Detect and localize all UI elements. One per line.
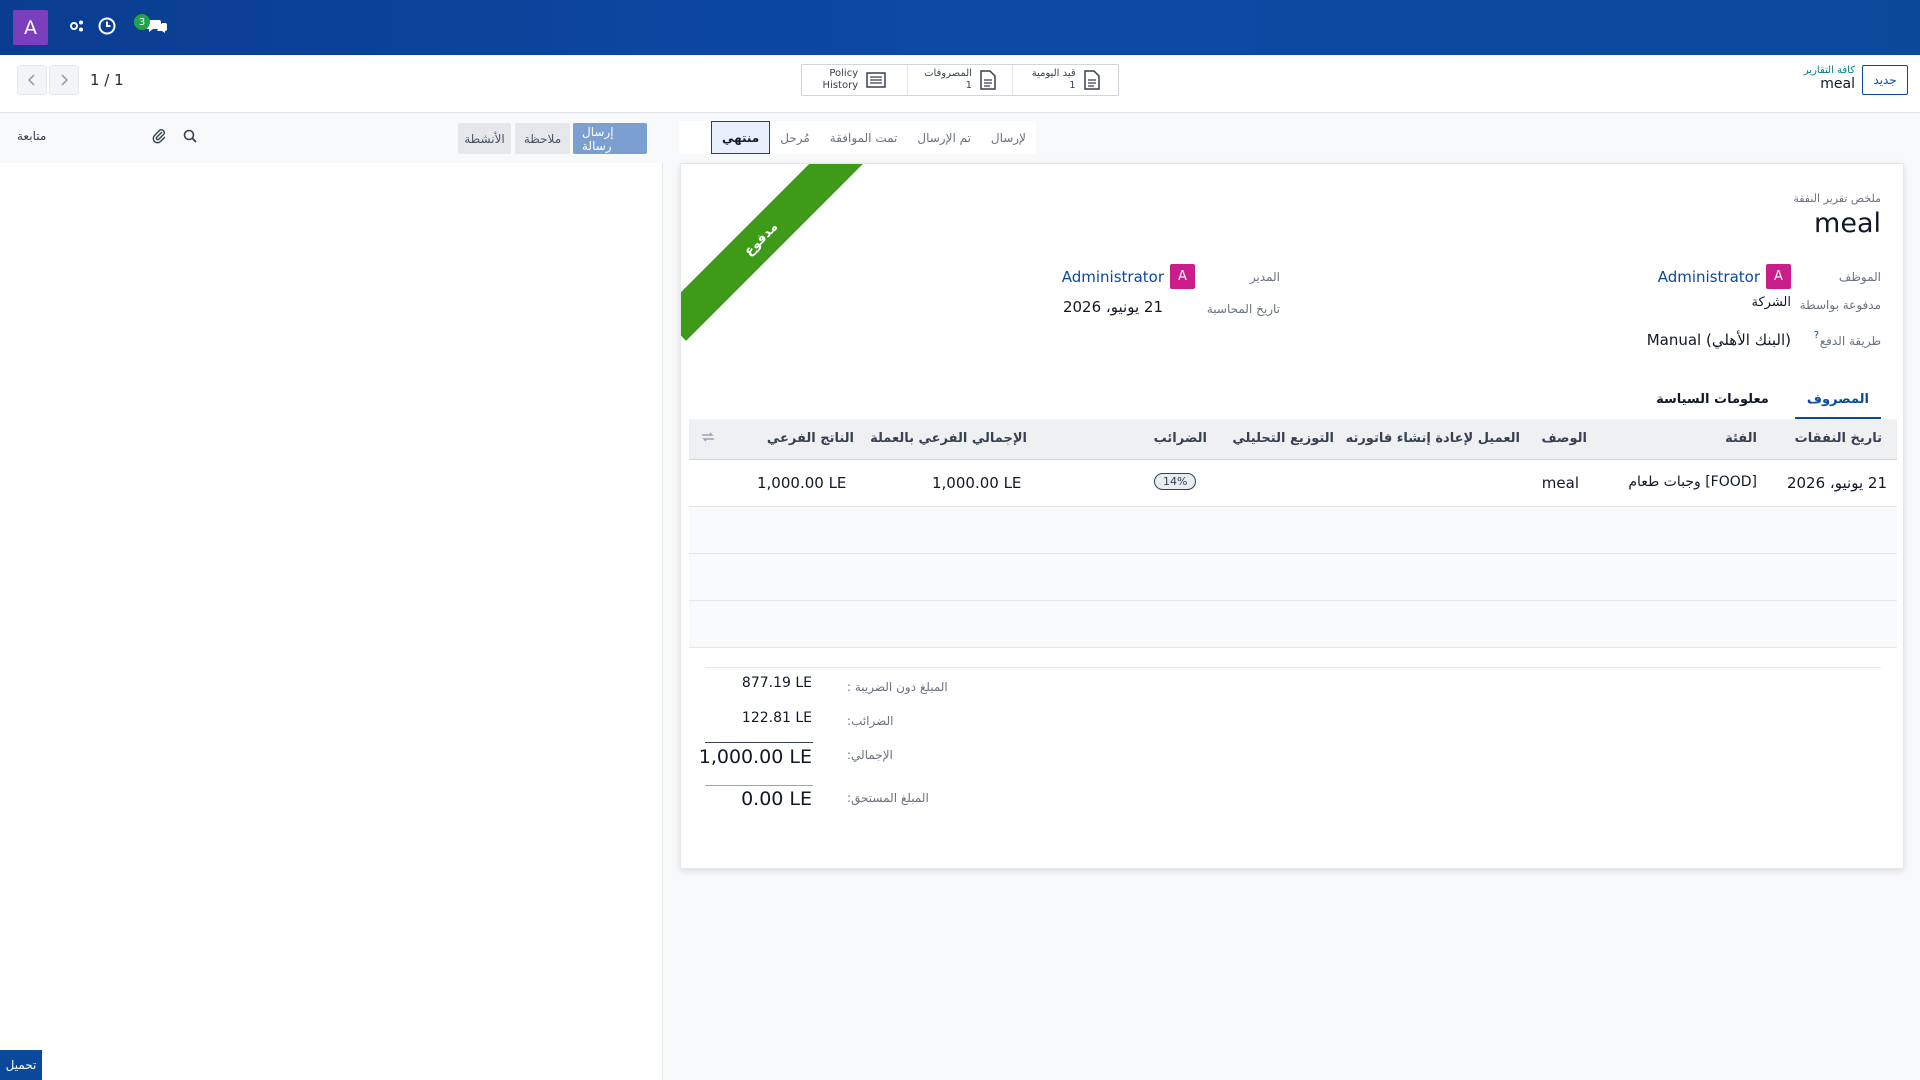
document-icon	[980, 70, 996, 90]
activity-icon[interactable]	[66, 15, 88, 37]
smart-button-label: Policy	[829, 68, 859, 79]
breadcrumb-parent-link[interactable]: كافة التقارير	[1804, 65, 1855, 76]
taxes-label: الضرائب:	[847, 714, 894, 728]
messages-badge: 3	[134, 14, 150, 30]
expense-lines-table: تاريخ النفقات الفئة الوصف العميل لإعادة …	[689, 419, 1897, 648]
table-header: تاريخ النفقات الفئة الوصف العميل لإعادة …	[689, 419, 1897, 460]
notebook-tabs: المصروف معلومات السياسة	[1644, 386, 1881, 419]
breadcrumb-current: meal	[1820, 76, 1855, 92]
chevron-left-icon	[28, 74, 35, 86]
table-row[interactable]: 21 يونيو، 2026 [FOOD] وجبات طعام meal 14…	[689, 460, 1897, 507]
employee-field[interactable]: Administrator A	[1658, 264, 1791, 289]
amount-due-value: 0.00 LE	[741, 788, 812, 810]
breadcrumb: كافة التقارير meal	[1804, 65, 1855, 92]
smart-button-value: 1	[965, 80, 972, 91]
expenses-smart-button[interactable]: المصروفات 1	[906, 65, 1013, 95]
amount-due-label: المبلغ المستحق:	[847, 791, 929, 805]
column-header[interactable]: الفئة	[1725, 431, 1757, 446]
table-row-empty	[689, 507, 1897, 554]
stage-to-submit[interactable]: لإرسال	[981, 121, 1036, 154]
manager-label: المدير	[1249, 270, 1280, 284]
chevron-right-icon	[61, 74, 68, 86]
document-icon	[1083, 70, 1100, 90]
chatter-panel: متابعة الأنشطة ملاحظة إرسال رسالة	[0, 113, 663, 1080]
column-header[interactable]: التوزيع التحليلي	[1232, 431, 1334, 446]
smart-button-value: 1	[1069, 80, 1076, 91]
cell-description: meal	[1541, 474, 1579, 492]
stage-done[interactable]: منتهي	[710, 121, 771, 154]
status-bar: لإرسال تم الإرسال تمت الموافقة مُرحل منت…	[679, 121, 1036, 154]
report-title[interactable]: meal	[1814, 208, 1881, 239]
cell-subtotal: 1,000.00 LE	[757, 474, 847, 492]
cell-category: [FOOD] وجبات طعام	[1628, 474, 1757, 490]
totals-divider	[705, 667, 1881, 668]
total-value: 1,000.00 LE	[698, 746, 812, 768]
accounting-date-label: تاريخ المحاسبة	[1206, 302, 1280, 316]
pager-next-button[interactable]	[49, 65, 79, 95]
follow-button[interactable]: متابعة	[17, 129, 46, 143]
stage-posted[interactable]: مُرحل	[770, 121, 820, 154]
cell-date: 21 يونيو، 2026	[1786, 474, 1887, 492]
due-separator	[705, 785, 813, 786]
new-button[interactable]: جديد	[1862, 65, 1908, 95]
employee-label: الموظف	[1838, 270, 1881, 284]
employee-value[interactable]: Administrator	[1658, 268, 1760, 286]
chatter-toolbar: متابعة الأنشطة ملاحظة إرسال رسالة	[0, 113, 663, 163]
pager-value[interactable]: 1 / 1	[90, 71, 124, 89]
table-row-empty	[689, 601, 1897, 648]
manager-value[interactable]: Administrator	[1062, 268, 1164, 286]
paid-by-value[interactable]: الشركة	[1751, 295, 1791, 310]
journal-entry-smart-button[interactable]: قيد اليومية 1	[1012, 65, 1118, 95]
smart-button-label: المصروفات	[924, 68, 972, 79]
total-label: الإجمالي:	[847, 748, 893, 762]
tab-policy-info[interactable]: معلومات السياسة	[1644, 386, 1781, 419]
top-navbar: A 3	[0, 0, 1920, 55]
tab-expense[interactable]: المصروف	[1794, 386, 1881, 419]
cell-subtotal-currency: 1,000.00 LE	[932, 474, 1022, 492]
form-sheet: مدفوع ملخص تقرير النفقة meal الموظف Admi…	[680, 163, 1904, 869]
policy-history-button[interactable]: Policy History	[802, 65, 907, 95]
total-separator	[705, 742, 813, 743]
manager-avatar: A	[1170, 264, 1195, 289]
clock-icon[interactable]	[96, 15, 118, 37]
column-header[interactable]: الوصف	[1541, 431, 1587, 446]
stage-submitted[interactable]: تم الإرسال	[907, 121, 981, 154]
download-button[interactable]: تحميل	[0, 1050, 42, 1080]
column-header[interactable]: الإجمالي الفرعي بالعملة	[870, 431, 1027, 446]
paid-by-label: مدفوعة بواسطة	[1799, 298, 1881, 312]
user-avatar[interactable]: A	[13, 10, 48, 45]
paid-ribbon: مدفوع	[681, 164, 863, 341]
help-icon[interactable]: ?	[1814, 330, 1819, 341]
activities-button[interactable]: الأنشطة	[458, 123, 511, 154]
log-note-button[interactable]: ملاحظة	[515, 123, 570, 154]
pager-previous-button[interactable]	[17, 65, 47, 95]
smart-button-value: History	[822, 80, 859, 91]
smart-buttons: Policy History المصروفات 1 قيد اليومية 1	[801, 64, 1119, 96]
optional-columns-icon[interactable]	[701, 431, 715, 446]
control-panel: 1 / 1 Policy History المصروفات 1 قيد الي…	[0, 55, 1920, 113]
column-header[interactable]: الناتج الفرعي	[767, 431, 854, 446]
search-icon[interactable]	[181, 127, 199, 145]
payment-method-label: طريقة الدفع	[1819, 334, 1881, 348]
attachment-icon[interactable]	[150, 127, 168, 145]
taxes-value: 122.81 LE	[741, 710, 812, 726]
column-header[interactable]: العميل لإعادة إنشاء فاتورته	[1346, 431, 1520, 446]
send-message-button[interactable]: إرسال رسالة	[573, 123, 647, 154]
column-header[interactable]: تاريخ النفقات	[1795, 431, 1882, 446]
untaxed-amount-value: 877.19 LE	[741, 675, 812, 691]
column-header[interactable]: الضرائب	[1154, 431, 1207, 446]
manager-field[interactable]: Administrator A	[1062, 264, 1195, 289]
table-row-empty	[689, 554, 1897, 601]
employee-avatar: A	[1766, 264, 1791, 289]
tax-badge: 14%	[1154, 473, 1197, 490]
untaxed-amount-label: المبلغ دون الضريبة :	[847, 680, 948, 694]
stage-approved[interactable]: تمت الموافقة	[820, 121, 908, 154]
accounting-date-value[interactable]: 21 يونيو، 2026	[1063, 298, 1163, 316]
summary-label: ملخص تقرير النفقة	[1793, 192, 1881, 205]
list-icon	[866, 72, 886, 88]
smart-button-label: قيد اليومية	[1031, 68, 1076, 79]
payment-method-value[interactable]: Manual (البنك الأهلي)	[1647, 331, 1791, 349]
